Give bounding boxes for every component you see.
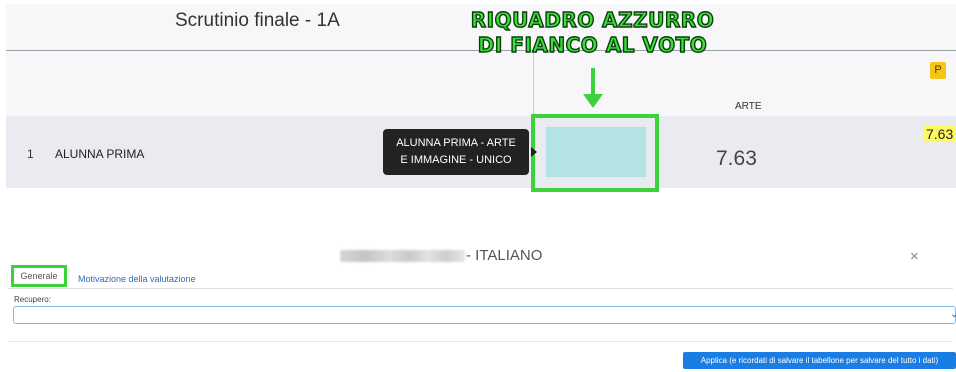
annotation-label: RIQUADRO AZZURRO DI FIANCO AL VOTO — [455, 7, 730, 58]
column-header-arte: ARTE — [735, 101, 762, 112]
vote-value[interactable]: 7.63 — [716, 147, 757, 171]
tooltip-line1: ALUNNA PRIMA - ARTE — [396, 137, 516, 149]
tab-generale[interactable]: Generale — [11, 265, 67, 287]
chevron-down-icon[interactable]: ⌄ — [950, 309, 956, 320]
arrow-shaft — [591, 68, 595, 96]
tooltip-line2: E IMMAGINE - UNICO — [400, 154, 512, 166]
tooltip: ALUNNA PRIMA - ARTE E IMMAGINE - UNICO — [383, 129, 529, 175]
row-number: 1 — [27, 147, 34, 161]
tab-motivazione[interactable]: Motivazione della valutazione — [78, 274, 196, 284]
student-name: ALUNNA PRIMA — [55, 147, 145, 161]
dialog-title: - ITALIANO — [466, 247, 543, 264]
annotation-line2: DI FIANCO AL VOTO — [477, 32, 708, 57]
arrow-down-icon — [583, 94, 603, 108]
tooltip-arrow — [531, 147, 537, 157]
close-icon[interactable]: × — [910, 248, 919, 265]
tabs-divider — [8, 288, 953, 289]
footer-divider — [8, 341, 953, 342]
grade-dialog: - ITALIANO × Generale Motivazione della … — [0, 233, 956, 372]
annotation-line1: RIQUADRO AZZURRO — [470, 7, 715, 32]
vote-highlight: 7.63 — [924, 126, 956, 142]
scrutinio-table: Scrutinio finale - 1A P ARTE 1 ALUNNA PR… — [0, 0, 956, 205]
cyan-grade-box[interactable] — [546, 127, 646, 177]
status-badge[interactable]: P — [930, 62, 946, 79]
page-title: Scrutinio finale - 1A — [175, 10, 340, 31]
recupero-label: Recupero: — [14, 295, 51, 304]
header-row — [6, 50, 956, 118]
redacted-name — [340, 250, 465, 262]
apply-button[interactable]: Applica (e ricordati di salvare il tabel… — [683, 352, 956, 369]
recupero-select[interactable] — [13, 306, 956, 324]
